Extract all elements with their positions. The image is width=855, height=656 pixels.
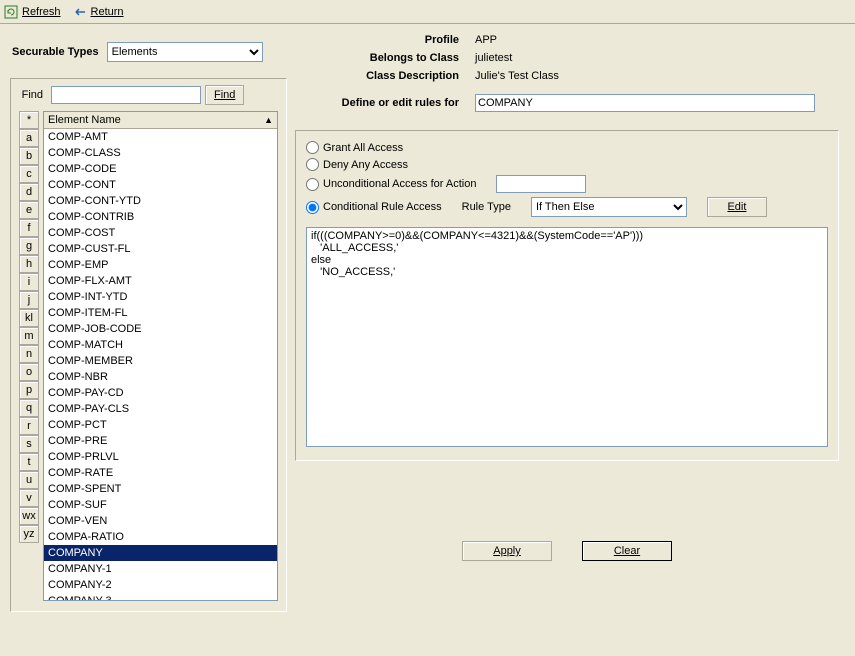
list-item[interactable]: COMPANY-1 <box>44 561 277 577</box>
list-item[interactable]: COMP-CONTRIB <box>44 209 277 225</box>
list-item[interactable]: COMP-CODE <box>44 161 277 177</box>
list-body[interactable]: COMP-AMTCOMP-CLASSCOMP-CODECOMP-CONTCOMP… <box>44 129 277 600</box>
refresh-button[interactable]: Refresh <box>4 5 61 19</box>
alpha-r[interactable]: r <box>19 417 39 435</box>
list-item[interactable]: COMPANY <box>44 545 277 561</box>
list-header[interactable]: Element Name ▲ <box>44 112 277 129</box>
list-item[interactable]: COMPANY-3 <box>44 593 277 600</box>
clear-button[interactable]: Clear <box>582 541 672 561</box>
list-item[interactable]: COMP-INT-YTD <box>44 289 277 305</box>
list-item[interactable]: COMP-PRLVL <box>44 449 277 465</box>
profile-value: APP <box>475 34 497 46</box>
alpha-u[interactable]: u <box>19 471 39 489</box>
alpha-kl[interactable]: kl <box>19 309 39 327</box>
class-value: julietest <box>475 52 512 64</box>
list-item[interactable]: COMP-AMT <box>44 129 277 145</box>
list-item[interactable]: COMP-COST <box>44 225 277 241</box>
list-item[interactable]: COMP-MATCH <box>44 337 277 353</box>
list-item[interactable]: COMPANY-2 <box>44 577 277 593</box>
uncond-radio[interactable]: Unconditional Access for Action <box>306 178 476 191</box>
rule-type-combo[interactable]: If Then Else <box>531 197 687 217</box>
class-desc-label: Class Description <box>295 70 475 82</box>
list-item[interactable]: COMP-CLASS <box>44 145 277 161</box>
alpha-h[interactable]: h <box>19 255 39 273</box>
alpha-d[interactable]: d <box>19 183 39 201</box>
refresh-label: Refresh <box>22 6 61 18</box>
edit-button[interactable]: Edit <box>707 197 767 217</box>
refresh-icon <box>4 5 18 19</box>
grant-all-radio[interactable]: Grant All Access <box>306 141 403 154</box>
alpha-f[interactable]: f <box>19 219 39 237</box>
list-item[interactable]: COMP-FLX-AMT <box>44 273 277 289</box>
list-item[interactable]: COMP-CONT-YTD <box>44 193 277 209</box>
sort-asc-icon: ▲ <box>264 115 273 125</box>
securable-types-combo[interactable]: Elements <box>107 42 263 62</box>
alpha-index: *abcdefghijklmnopqrstuvwxyz <box>19 111 39 601</box>
top-toolbar: Refresh Return <box>0 0 855 24</box>
alpha-o[interactable]: o <box>19 363 39 381</box>
rule-editor[interactable] <box>306 227 828 447</box>
alpha-e[interactable]: e <box>19 201 39 219</box>
list-item[interactable]: COMP-VEN <box>44 513 277 529</box>
apply-button[interactable]: Apply <box>462 541 552 561</box>
alpha-yz[interactable]: yz <box>19 525 39 543</box>
alpha-t[interactable]: t <box>19 453 39 471</box>
securable-types-label: Securable Types <box>12 46 99 58</box>
alpha-b[interactable]: b <box>19 147 39 165</box>
uncond-input[interactable] <box>496 175 586 193</box>
list-header-label: Element Name <box>48 114 121 126</box>
element-listbox[interactable]: Element Name ▲ COMP-AMTCOMP-CLASSCOMP-CO… <box>43 111 278 601</box>
return-button[interactable]: Return <box>73 5 124 19</box>
alpha-i[interactable]: i <box>19 273 39 291</box>
define-label: Define or edit rules for <box>295 97 475 109</box>
list-item[interactable]: COMP-ITEM-FL <box>44 305 277 321</box>
rule-type-label: Rule Type <box>462 201 511 213</box>
class-desc-value: Julie's Test Class <box>475 70 559 82</box>
alpha-g[interactable]: g <box>19 237 39 255</box>
return-label: Return <box>91 6 124 18</box>
list-item[interactable]: COMP-SUF <box>44 497 277 513</box>
define-input[interactable] <box>475 94 815 112</box>
alpha-s[interactable]: s <box>19 435 39 453</box>
alpha-q[interactable]: q <box>19 399 39 417</box>
find-input[interactable] <box>51 86 201 104</box>
find-label: Find <box>19 89 47 101</box>
list-item[interactable]: COMP-PRE <box>44 433 277 449</box>
return-icon <box>73 5 87 19</box>
list-item[interactable]: COMPA-RATIO <box>44 529 277 545</box>
alpha-p[interactable]: p <box>19 381 39 399</box>
list-item[interactable]: COMP-MEMBER <box>44 353 277 369</box>
alpha-wx[interactable]: wx <box>19 507 39 525</box>
cond-radio[interactable]: Conditional Rule Access <box>306 201 442 214</box>
alpha-m[interactable]: m <box>19 327 39 345</box>
list-item[interactable]: COMP-SPENT <box>44 481 277 497</box>
find-button[interactable]: Find <box>205 85 244 105</box>
alpha-v[interactable]: v <box>19 489 39 507</box>
deny-any-radio[interactable]: Deny Any Access <box>306 158 408 171</box>
list-item[interactable]: COMP-EMP <box>44 257 277 273</box>
list-item[interactable]: COMP-NBR <box>44 369 277 385</box>
alpha-j[interactable]: j <box>19 291 39 309</box>
alpha-c[interactable]: c <box>19 165 39 183</box>
list-item[interactable]: COMP-RATE <box>44 465 277 481</box>
list-item[interactable]: COMP-JOB-CODE <box>44 321 277 337</box>
list-item[interactable]: COMP-CUST-FL <box>44 241 277 257</box>
find-frame: Find Find *abcdefghijklmnopqrstuvwxyz El… <box>10 78 287 612</box>
alpha-*[interactable]: * <box>19 111 39 129</box>
list-item[interactable]: COMP-PAY-CD <box>44 385 277 401</box>
rules-frame: Grant All Access Deny Any Access Uncondi… <box>295 130 839 461</box>
list-item[interactable]: COMP-PAY-CLS <box>44 401 277 417</box>
alpha-a[interactable]: a <box>19 129 39 147</box>
list-item[interactable]: COMP-CONT <box>44 177 277 193</box>
class-label: Belongs to Class <box>295 52 475 64</box>
list-item[interactable]: COMP-PCT <box>44 417 277 433</box>
alpha-n[interactable]: n <box>19 345 39 363</box>
profile-label: Profile <box>295 34 475 46</box>
